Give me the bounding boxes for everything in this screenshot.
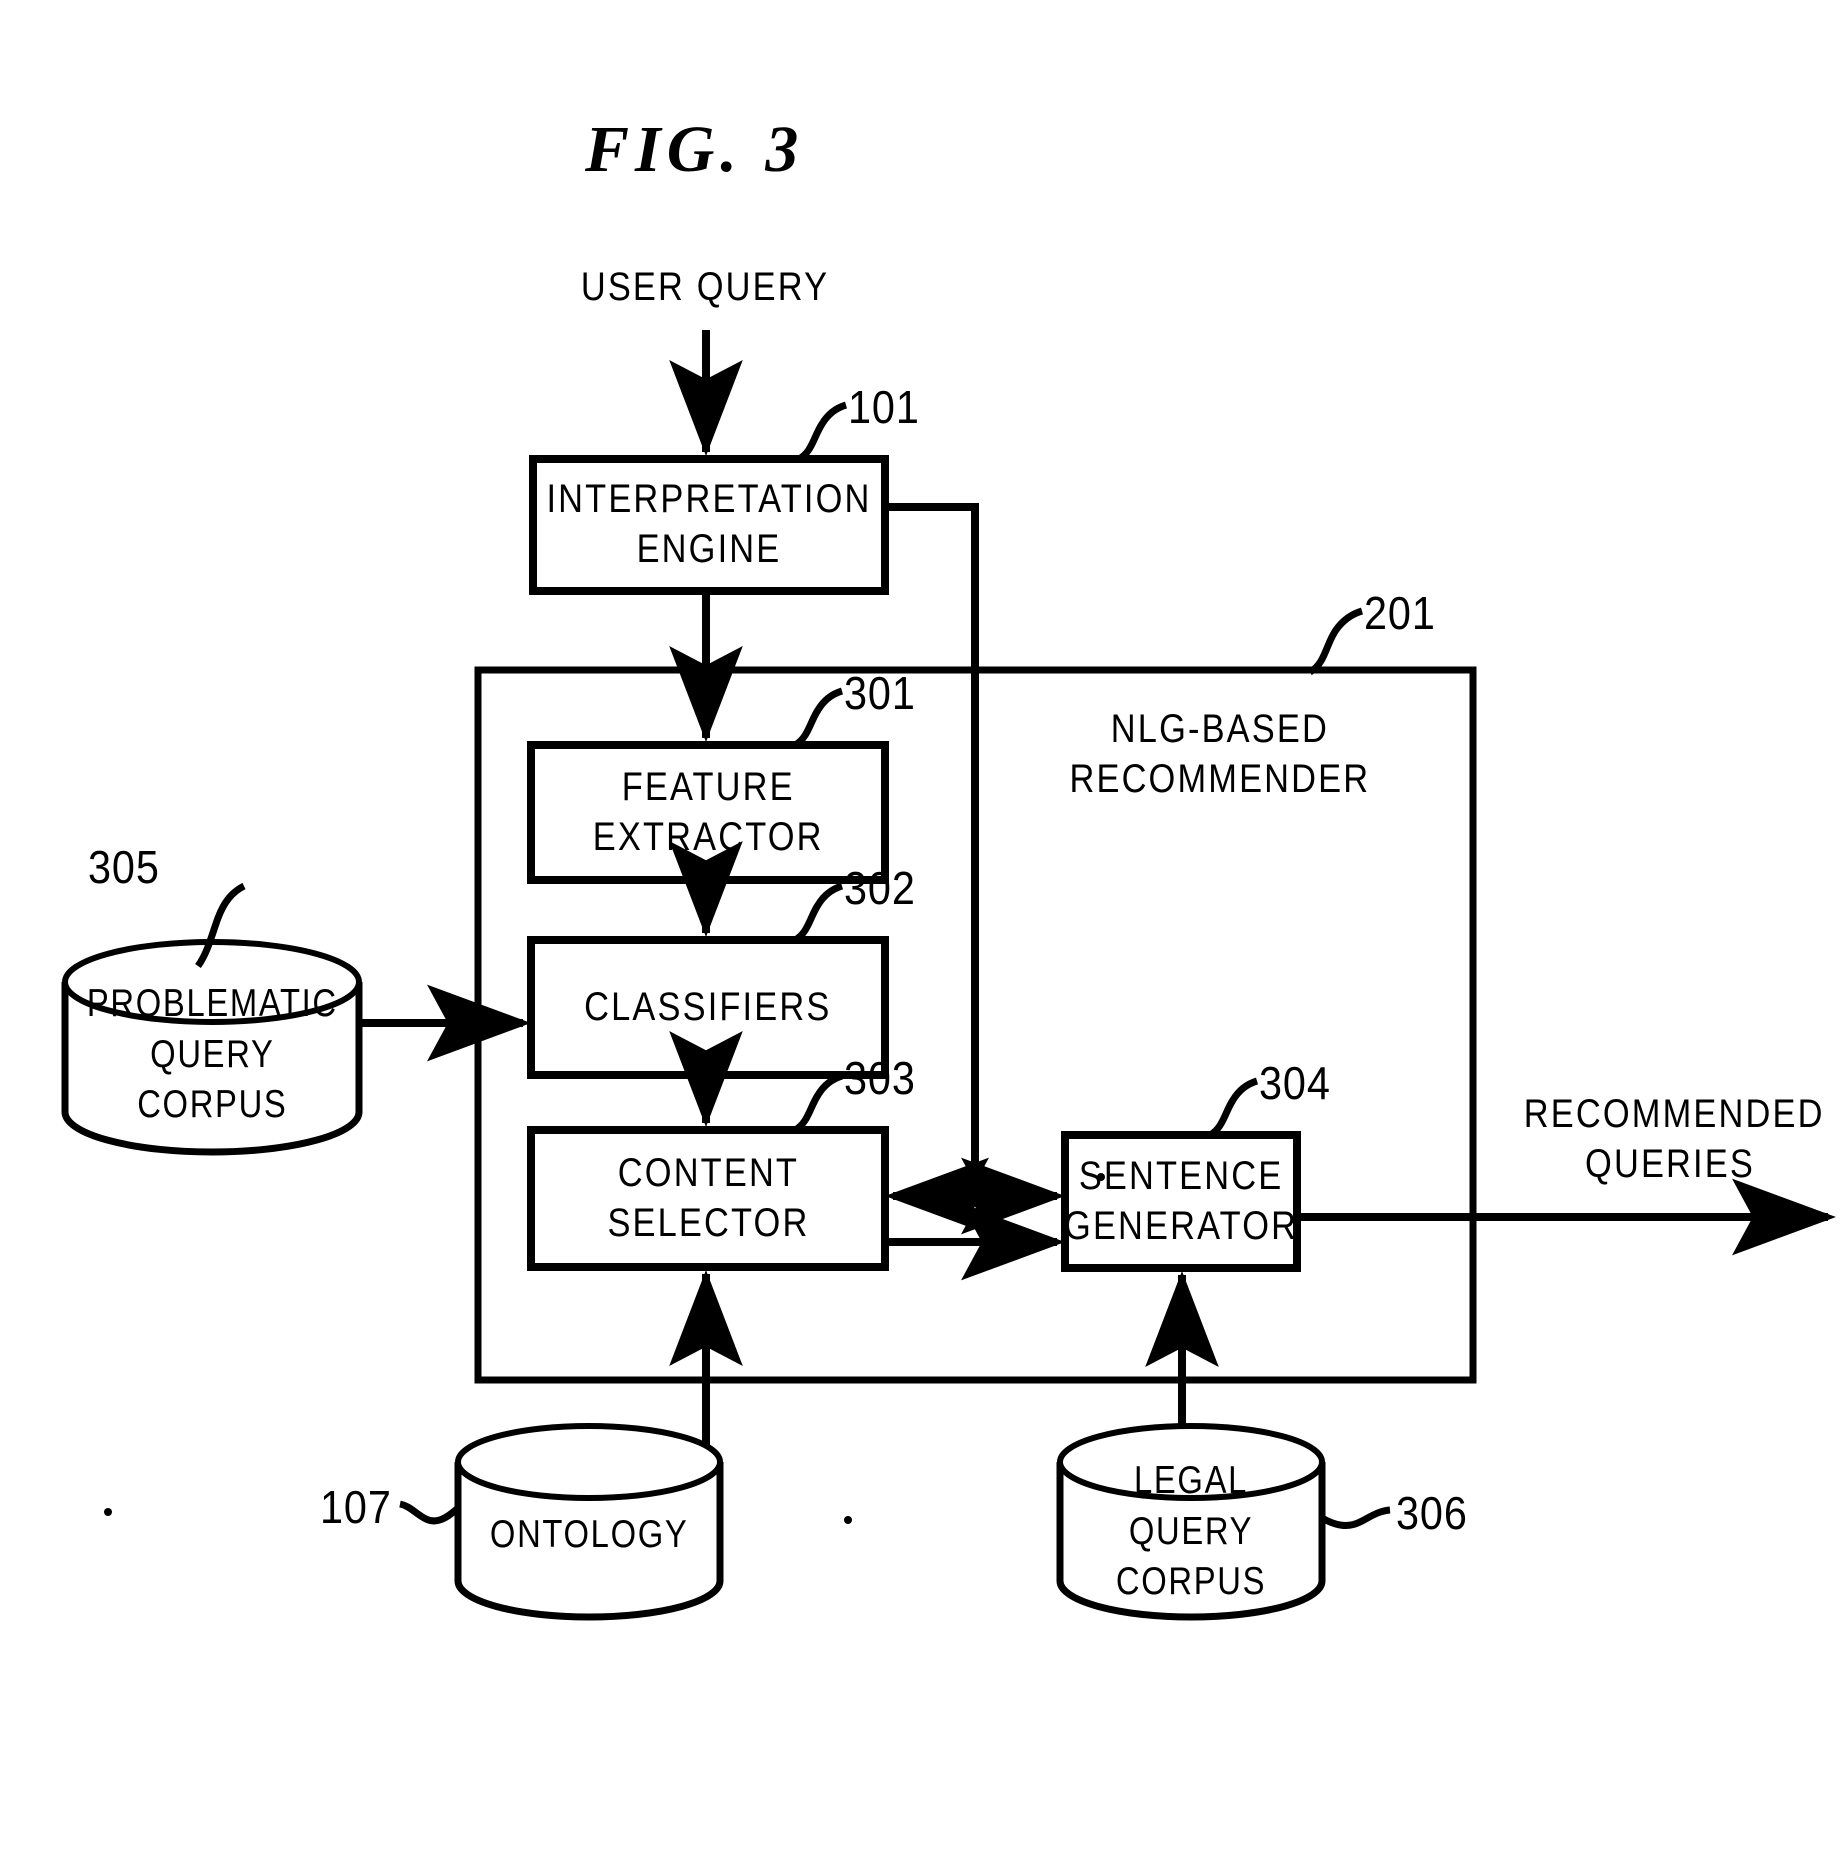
leader-303 (793, 1072, 844, 1134)
bus-junction-dot (964, 1185, 986, 1207)
sentence-generator-box (1061, 1131, 1301, 1272)
problematic-query-corpus-cylinder (61, 939, 363, 1156)
leader-304 (1208, 1077, 1259, 1139)
feature-extractor-box (527, 741, 889, 884)
ontology-cylinder (454, 1423, 724, 1621)
content-selector-box (527, 1126, 889, 1271)
reference-number-101: 101 (848, 381, 920, 433)
reference-number-304: 304 (1259, 1057, 1331, 1109)
leader-302 (793, 882, 844, 944)
flow-label-user-query: USER QUERY (580, 265, 830, 309)
scan-speck-mid (844, 1516, 852, 1524)
leader-107 (399, 1500, 461, 1525)
reference-number-301: 301 (844, 667, 916, 719)
flow-label-recommended-queries: RECOMMENDED QUERIES (1523, 1092, 1825, 1186)
scan-speck-left (104, 1508, 112, 1516)
diagram-vector-layer (61, 330, 1836, 1621)
scan-speck-box (1097, 1173, 1105, 1181)
reference-number-303: 303 (844, 1052, 916, 1104)
reference-number-302: 302 (844, 862, 916, 914)
reference-number-306: 306 (1396, 1487, 1468, 1539)
leader-306 (1320, 1506, 1391, 1529)
leader-201 (1308, 607, 1364, 676)
reference-number-107: 107 (320, 1481, 392, 1533)
classifiers-box (527, 936, 889, 1079)
legal-query-corpus-cylinder (1056, 1423, 1326, 1621)
patent-figure-3: FIG. 3 USER QUERY RECOMMENDED QUERIES IN… (0, 0, 1847, 1869)
leader-301 (793, 687, 844, 749)
reference-number-201: 201 (1364, 587, 1436, 639)
interpretation-engine-box (529, 455, 889, 595)
leader-101 (797, 401, 848, 463)
reference-number-305: 305 (88, 841, 160, 893)
figure-title: FIG. 3 (585, 113, 805, 186)
